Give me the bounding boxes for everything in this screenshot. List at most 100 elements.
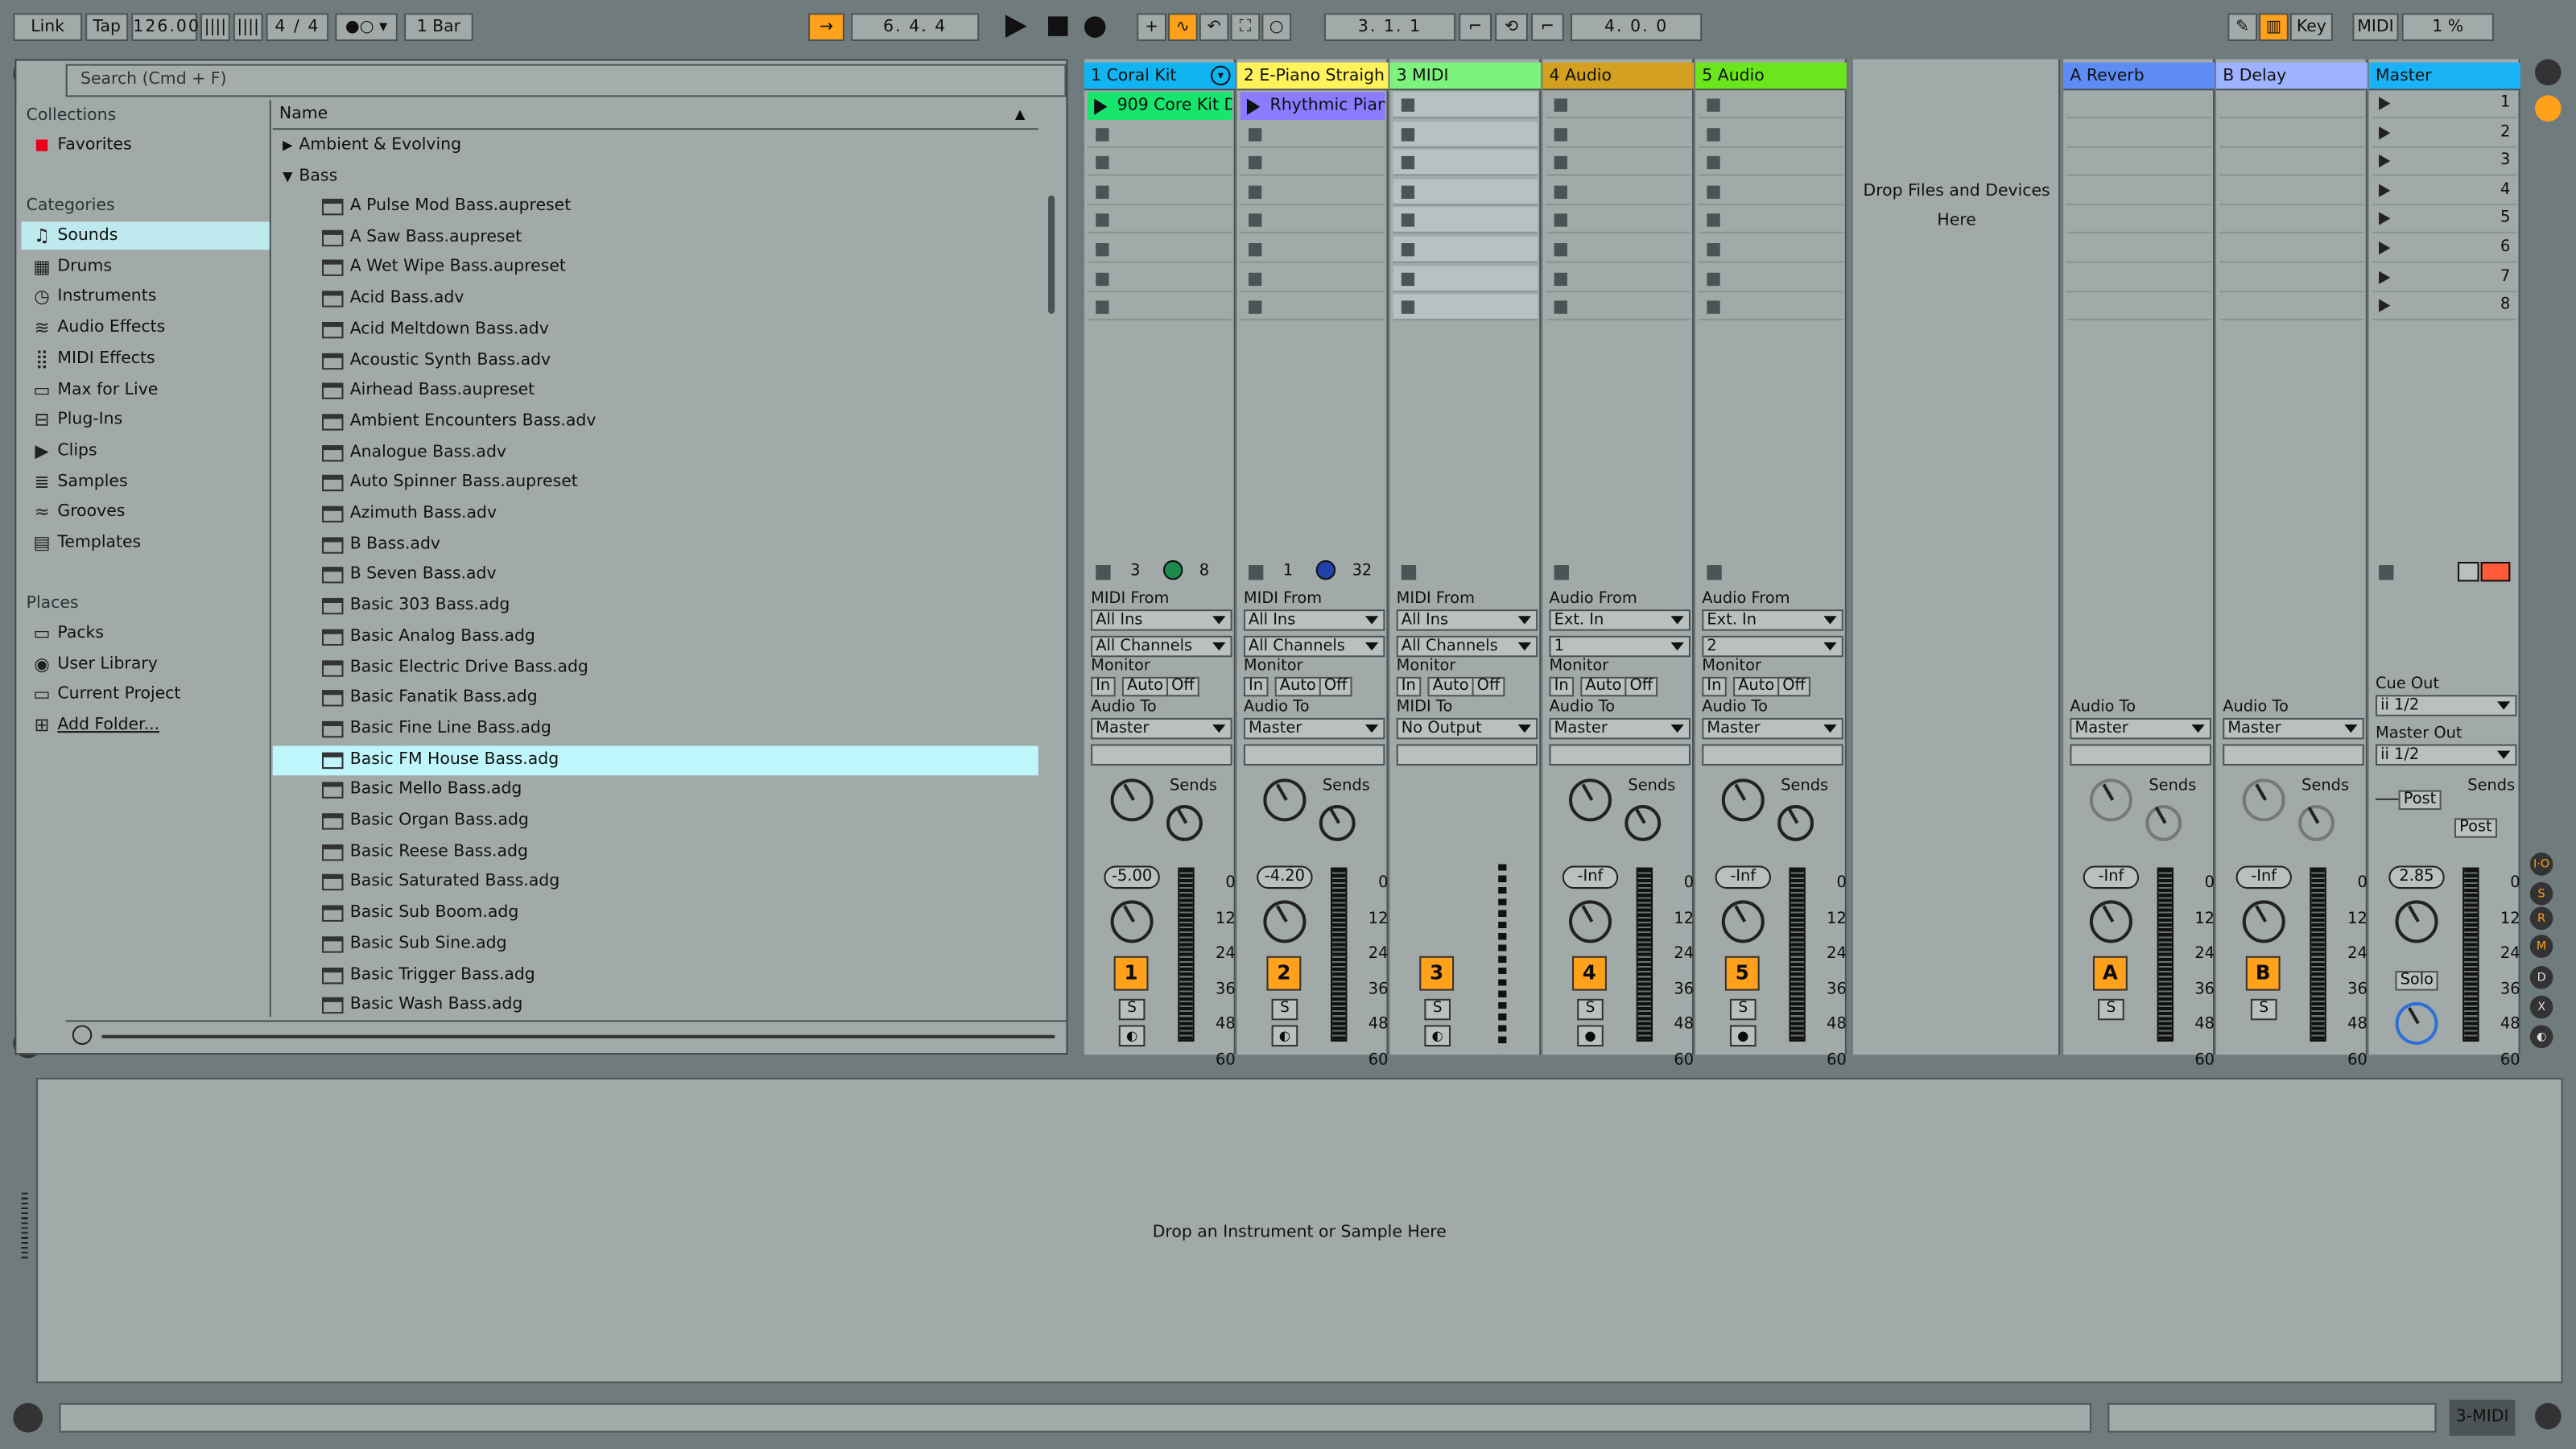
- stop-all-icon[interactable]: [1707, 565, 1721, 580]
- stop-clip-icon[interactable]: [1402, 243, 1414, 256]
- send-a-knob[interactable]: [2090, 778, 2132, 821]
- follow-arrangement-icon[interactable]: →: [808, 13, 844, 41]
- pan-knob[interactable]: [2243, 900, 2285, 943]
- file-row[interactable]: B Bass.adv: [273, 530, 1038, 560]
- punch-in-icon[interactable]: ⌐: [1459, 13, 1492, 41]
- send-a-knob[interactable]: [1263, 778, 1306, 821]
- send-a-knob[interactable]: [2243, 778, 2285, 821]
- clip-slot-playing[interactable]: 909 Core Kit Di: [1088, 92, 1232, 120]
- record-icon[interactable]: [1084, 16, 1106, 38]
- stop-clip-icon[interactable]: [1554, 185, 1567, 198]
- input-source-select[interactable]: All Ins: [1244, 609, 1385, 631]
- scene-play-icon[interactable]: [2379, 299, 2390, 312]
- back-to-arrangement-icon[interactable]: ↶: [1199, 13, 1229, 41]
- stop-clip-icon[interactable]: [1402, 185, 1414, 198]
- monitor-auto-button[interactable]: Auto: [1122, 677, 1168, 696]
- pan-knob[interactable]: [1111, 900, 1154, 943]
- solo-button[interactable]: S: [1424, 999, 1451, 1021]
- track-title[interactable]: 5 Audio: [1695, 63, 1847, 91]
- master-volume-field[interactable]: 2.85: [2388, 866, 2444, 890]
- pan-knob[interactable]: [1569, 900, 1612, 943]
- solo-button[interactable]: S: [1272, 999, 1298, 1021]
- stop-clip-icon[interactable]: [1249, 301, 1261, 314]
- file-row[interactable]: Basic Trigger Bass.adg: [273, 960, 1038, 990]
- monitor-in-button[interactable]: In: [1397, 677, 1421, 696]
- return-track-title[interactable]: B Delay: [2216, 63, 2368, 91]
- stop-clip-icon[interactable]: [1249, 156, 1261, 169]
- output-channel-select[interactable]: [1397, 744, 1538, 766]
- track-activator-button[interactable]: 4: [1572, 956, 1607, 991]
- stop-clip-icon[interactable]: [1554, 127, 1567, 140]
- monitor-auto-button[interactable]: Auto: [1733, 677, 1779, 696]
- volume-field[interactable]: -Inf: [2236, 866, 2292, 890]
- stop-clip-icon[interactable]: [1707, 156, 1719, 169]
- loop-start-field[interactable]: 3. 1. 1: [1324, 13, 1455, 41]
- file-row[interactable]: Basic Fanatik Bass.adg: [273, 683, 1038, 713]
- send-b-knob[interactable]: [2145, 805, 2182, 841]
- monitor-in-button[interactable]: In: [1091, 677, 1115, 696]
- stop-clip-icon[interactable]: [1096, 156, 1108, 169]
- clip-slot[interactable]: [1241, 121, 1385, 147]
- monitor-off-button[interactable]: Off: [1472, 677, 1505, 696]
- detail-toggle-icon[interactable]: [2535, 1403, 2562, 1430]
- solo-button[interactable]: S: [1119, 999, 1146, 1021]
- output-channel-select[interactable]: [1549, 744, 1690, 766]
- nudge-up-icon[interactable]: ||||: [233, 13, 263, 41]
- arm-button[interactable]: ◐: [1119, 1025, 1146, 1046]
- clip-slot[interactable]: [1088, 237, 1232, 263]
- tempo-field[interactable]: 126.00: [131, 13, 197, 41]
- master-track-title[interactable]: Master: [2369, 63, 2520, 91]
- sidebar-item-grooves[interactable]: ≈Grooves: [22, 498, 270, 526]
- input-channel-select[interactable]: All Channels: [1244, 636, 1385, 658]
- clip-slot[interactable]: [1241, 179, 1385, 205]
- clip-slot[interactable]: [1393, 121, 1538, 147]
- quantize-select[interactable]: 1 Bar: [404, 13, 473, 41]
- file-row[interactable]: Basic FM House Bass.adg: [273, 745, 1038, 775]
- loop-icon[interactable]: ⟲: [1495, 13, 1528, 41]
- stop-clip-icon[interactable]: [1554, 272, 1567, 285]
- clip-slot[interactable]: [1393, 208, 1538, 234]
- clip-slot[interactable]: [1699, 208, 1843, 234]
- file-row[interactable]: B Seven Bass.adv: [273, 561, 1038, 591]
- arm-button[interactable]: ●: [1577, 1025, 1604, 1046]
- stop-clip-icon[interactable]: [1249, 214, 1261, 227]
- scene-play-icon[interactable]: [2379, 213, 2390, 225]
- stop-clip-icon[interactable]: [1249, 127, 1261, 140]
- automation-arm-icon[interactable]: ∿: [1168, 13, 1198, 41]
- sidebar-item-current-project[interactable]: ▭Current Project: [22, 681, 270, 709]
- clip-slot[interactable]: [1241, 266, 1385, 292]
- device-chain-drop-area[interactable]: Drop an Instrument or Sample Here: [36, 1078, 2563, 1384]
- clip-slot[interactable]: [1088, 266, 1232, 292]
- clip-slot[interactable]: [1088, 208, 1232, 234]
- stop-clip-icon[interactable]: [1402, 214, 1414, 227]
- monitor-off-button[interactable]: Off: [1319, 677, 1352, 696]
- clip-slot[interactable]: [1088, 179, 1232, 205]
- master-pan-knob[interactable]: [2395, 900, 2438, 943]
- clip-slot[interactable]: [1699, 150, 1843, 176]
- stop-clip-icon[interactable]: [1707, 272, 1719, 285]
- stop-clip-icon[interactable]: [1096, 127, 1108, 140]
- preview-waveform[interactable]: [66, 1020, 1067, 1050]
- monitor-in-button[interactable]: In: [1702, 677, 1726, 696]
- input-source-select[interactable]: Ext. In: [1549, 609, 1690, 631]
- sends-toggle-icon[interactable]: S: [2530, 882, 2553, 906]
- performance-toggle-icon[interactable]: ◐: [2530, 1025, 2553, 1048]
- stop-clip-icon[interactable]: [1402, 272, 1414, 285]
- file-row[interactable]: Basic Sub Boom.adg: [273, 899, 1038, 929]
- track-title[interactable]: 1 Coral Kit▾: [1084, 63, 1236, 91]
- return-activator-button[interactable]: A: [2093, 956, 2128, 991]
- scene-launch[interactable]: 1: [2372, 92, 2517, 118]
- stop-clip-icon[interactable]: [1707, 301, 1719, 314]
- punch-out-icon[interactable]: ⌐: [1531, 13, 1564, 41]
- track-activator-button[interactable]: 1: [1114, 956, 1149, 991]
- file-row[interactable]: Basic Saturated Bass.adg: [273, 868, 1038, 898]
- clip-play-icon[interactable]: [1247, 98, 1260, 114]
- output-select[interactable]: Master: [1244, 718, 1385, 740]
- solo-button[interactable]: S: [2251, 999, 2277, 1021]
- draw-mode-icon[interactable]: ✎: [2227, 13, 2257, 41]
- post-button-a[interactable]: Post: [2399, 791, 2442, 810]
- stop-all-icon[interactable]: [1249, 565, 1263, 580]
- monitor-off-button[interactable]: Off: [1166, 677, 1199, 696]
- nudge-down-icon[interactable]: ||||: [200, 13, 230, 41]
- arrangement-toggle-icon[interactable]: [13, 1403, 43, 1433]
